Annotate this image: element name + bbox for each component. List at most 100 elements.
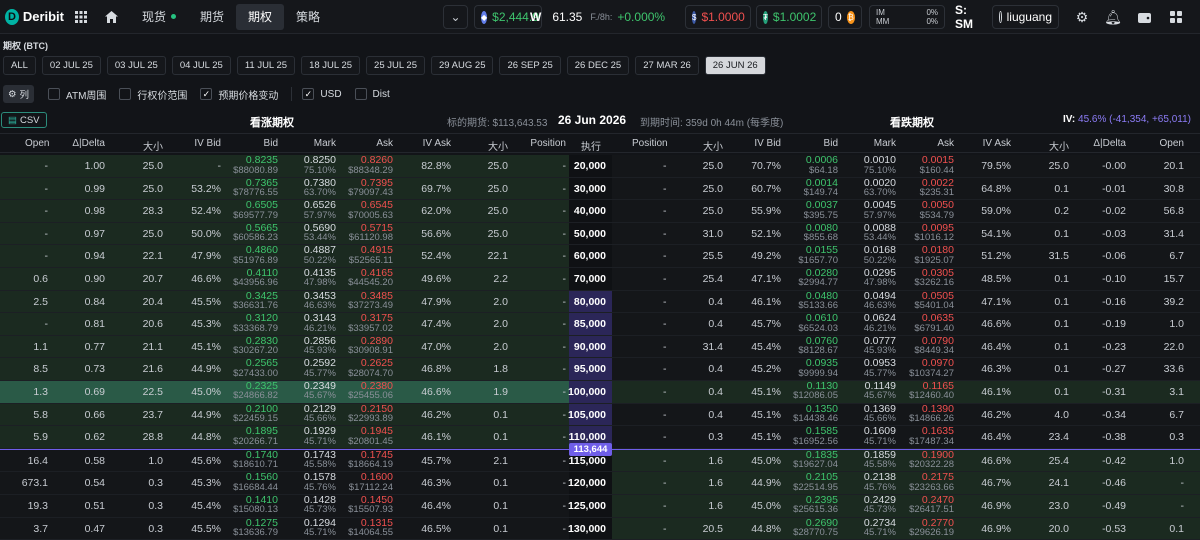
settings-gear-icon[interactable]: ⚙ <box>1071 6 1093 28</box>
call-bid-cell[interactable]: 0.1895$20266.71 <box>233 427 278 446</box>
expiry-tab[interactable]: 29 AUG 25 <box>431 56 493 75</box>
call-mark-cell[interactable]: 0.569053.44% <box>304 224 336 243</box>
put-mark-cell[interactable]: 0.016850.22% <box>864 246 896 265</box>
put-size-cell[interactable]: 25.0 <box>703 160 723 172</box>
put-size-cell[interactable]: 25.5 <box>703 250 723 262</box>
put-size-cell[interactable]: 25.0 <box>703 183 723 195</box>
call-size2-cell[interactable]: 22.1 <box>488 250 508 262</box>
column-header-open[interactable]: Open <box>1160 138 1184 149</box>
put-ask-cell[interactable]: 0.0635$6791.40 <box>914 314 954 333</box>
column-header-strike[interactable]: 执行 <box>581 138 601 153</box>
put-size-cell[interactable]: 31.4 <box>703 341 723 353</box>
put-size2-cell[interactable]: 0.1 <box>1054 363 1069 375</box>
put-mark-cell[interactable]: 0.242945.73% <box>864 496 896 515</box>
column-header-ivask[interactable]: IV Ask <box>423 138 451 149</box>
call-bid-cell[interactable]: 0.4110$43956.96 <box>233 269 278 288</box>
put-mark-cell[interactable]: 0.002063.70% <box>864 179 896 198</box>
call-ask-cell[interactable]: 0.3175$33957.02 <box>348 314 393 333</box>
option-row[interactable]: -1.0025.0-0.8235$88080.890.825075.10%0.8… <box>0 155 1200 178</box>
sm-pill[interactable]: S: SM <box>949 5 987 29</box>
margin-pill[interactable]: IM0% MM0% <box>869 5 945 29</box>
call-bid-cell[interactable]: 0.2100$22459.15 <box>233 405 278 424</box>
call-size2-cell[interactable]: 0.1 <box>493 523 508 535</box>
call-bid-cell[interactable]: 0.1560$16684.44 <box>233 473 278 492</box>
call-ask-cell[interactable]: 0.4915$52565.11 <box>349 246 393 265</box>
put-bid-cell[interactable]: 0.1585$16952.56 <box>793 427 838 446</box>
put-size-cell[interactable]: 0.4 <box>708 318 723 330</box>
call-bid-cell[interactable]: 0.5665$60586.23 <box>233 224 278 243</box>
call-bid-cell[interactable]: 0.1740$18610.71 <box>233 451 278 470</box>
call-mark-cell[interactable]: 0.413547.98% <box>304 269 336 288</box>
index-pill[interactable]: W 61.35 F./8h: +0.000% <box>524 5 671 29</box>
put-size2-cell[interactable]: 25.4 <box>1049 455 1069 467</box>
dist-checkbox[interactable]: Dist <box>355 88 390 100</box>
option-row[interactable]: -0.9422.147.9%0.4860$51976.890.488750.22… <box>0 245 1200 268</box>
call-size-cell[interactable]: 0.3 <box>148 523 163 535</box>
option-row[interactable]: 1.10.7721.145.1%0.2830$30267.200.285645.… <box>0 336 1200 359</box>
option-row[interactable]: 5.80.6623.744.9%0.2100$22459.150.212945.… <box>0 404 1200 427</box>
put-bid-cell[interactable]: 0.1350$14438.46 <box>793 405 838 424</box>
put-ask-cell[interactable]: 0.0095$1016.12 <box>914 224 954 243</box>
column-header-delta[interactable]: Δ|Delta <box>1093 138 1126 149</box>
put-size-cell[interactable]: 25.0 <box>703 205 723 217</box>
option-row[interactable]: 0.60.9020.746.6%0.4110$43956.960.413547.… <box>0 268 1200 291</box>
call-size2-cell[interactable]: 2.1 <box>493 455 508 467</box>
put-mark-cell[interactable]: 0.001075.10% <box>864 156 896 175</box>
put-ask-cell[interactable]: 0.0015$160.44 <box>920 156 954 175</box>
expiry-tab[interactable]: 26 JUN 26 <box>705 56 766 75</box>
put-bid-cell[interactable]: 0.0760$8128.67 <box>798 337 838 356</box>
call-mark-cell[interactable]: 0.259245.77% <box>304 359 336 378</box>
call-size-cell[interactable]: 28.3 <box>143 205 163 217</box>
call-size-cell[interactable]: 21.6 <box>143 363 163 375</box>
put-mark-cell[interactable]: 0.160945.71% <box>864 427 896 446</box>
put-ask-cell[interactable]: 0.0790$8449.34 <box>914 337 954 356</box>
put-ask-cell[interactable]: 0.0180$1925.07 <box>914 246 954 265</box>
expiry-tab[interactable]: 18 JUL 25 <box>301 56 360 75</box>
call-ask-cell[interactable]: 0.4165$44545.20 <box>348 269 393 288</box>
put-size2-cell[interactable]: 25.0 <box>1049 160 1069 172</box>
call-ask-cell[interactable]: 0.1945$20801.45 <box>348 427 393 446</box>
put-bid-cell[interactable]: 0.0280$2994.77 <box>798 269 838 288</box>
expiry-tab[interactable]: 27 MAR 26 <box>635 56 699 75</box>
call-size2-cell[interactable]: 0.1 <box>493 500 508 512</box>
put-size2-cell[interactable]: 31.5 <box>1049 250 1069 262</box>
put-size2-cell[interactable]: 4.0 <box>1054 409 1069 421</box>
usd-checkbox[interactable]: ✓USD <box>302 88 341 100</box>
put-mark-cell[interactable]: 0.114945.67% <box>864 382 896 401</box>
market-dropdown[interactable]: ⌄ <box>443 5 468 29</box>
call-mark-cell[interactable]: 0.285645.93% <box>304 337 336 356</box>
put-size2-cell[interactable]: 0.2 <box>1054 205 1069 217</box>
call-mark-cell[interactable]: 0.234945.67% <box>304 382 336 401</box>
call-bid-cell[interactable]: 0.3425$36631.76 <box>233 292 278 311</box>
nav-futures[interactable]: 期货 <box>188 4 236 30</box>
option-row[interactable]: 3.70.470.345.5%0.1275$13636.790.129445.7… <box>0 518 1200 540</box>
put-ask-cell[interactable]: 0.2175$23263.66 <box>909 473 954 492</box>
put-bid-cell[interactable]: 0.2105$22514.95 <box>793 473 838 492</box>
expiry-tab[interactable]: 26 DEC 25 <box>567 56 629 75</box>
column-header-size2[interactable]: 大小 <box>1049 138 1069 153</box>
put-size2-cell[interactable]: 0.1 <box>1054 228 1069 240</box>
put-ask-cell[interactable]: 0.0050$534.79 <box>920 201 954 220</box>
call-size-cell[interactable]: 25.0 <box>143 228 163 240</box>
put-mark-cell[interactable]: 0.004557.97% <box>864 201 896 220</box>
call-size-cell[interactable]: 0.3 <box>148 500 163 512</box>
call-size-cell[interactable]: 28.8 <box>143 431 163 443</box>
option-row[interactable]: 19.30.510.345.4%0.1410$15080.130.142845.… <box>0 495 1200 518</box>
put-size-cell[interactable]: 0.4 <box>708 363 723 375</box>
call-bid-cell[interactable]: 0.2830$30267.20 <box>233 337 278 356</box>
call-size-cell[interactable]: 0.3 <box>148 477 163 489</box>
put-ask-cell[interactable]: 0.0505$5401.04 <box>914 292 954 311</box>
call-bid-cell[interactable]: 0.2565$27433.00 <box>233 359 278 378</box>
call-mark-cell[interactable]: 0.174345.58% <box>304 451 336 470</box>
nav-strategy[interactable]: 策略 <box>284 4 332 30</box>
call-bid-cell[interactable]: 0.6505$69577.79 <box>233 201 278 220</box>
put-bid-cell[interactable]: 0.2395$25615.36 <box>793 496 838 515</box>
option-row[interactable]: -0.8120.645.3%0.3120$33368.790.314346.21… <box>0 313 1200 336</box>
put-size-cell[interactable]: 31.0 <box>703 228 723 240</box>
column-header-size[interactable]: 大小 <box>703 138 723 153</box>
option-row[interactable]: -0.9828.352.4%0.6505$69577.790.652657.97… <box>0 200 1200 223</box>
column-header-position[interactable]: Position <box>530 138 566 149</box>
option-row[interactable]: 673.10.540.345.3%0.1560$16684.440.157845… <box>0 472 1200 495</box>
put-ask-cell[interactable]: 0.1635$17487.34 <box>909 427 954 446</box>
put-size2-cell[interactable]: 23.4 <box>1049 431 1069 443</box>
